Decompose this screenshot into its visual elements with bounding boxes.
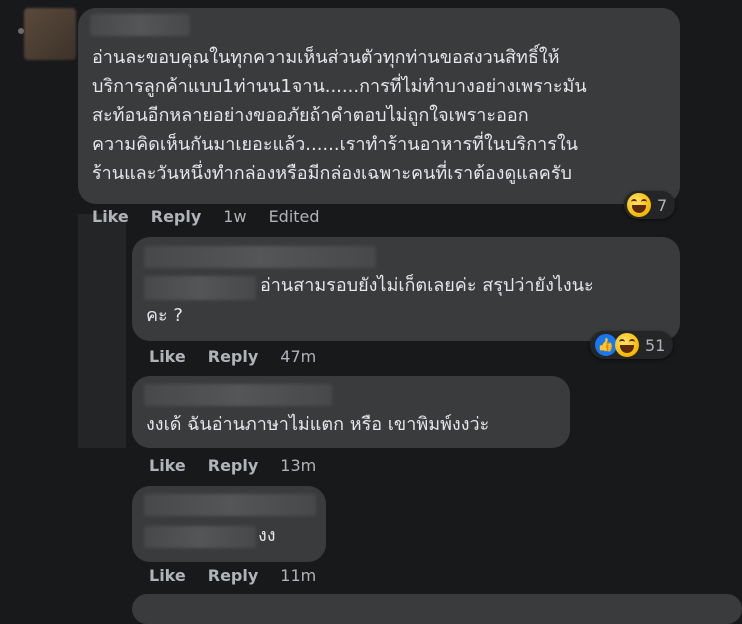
reply-button[interactable]: Reply: [151, 207, 202, 226]
laughing-emoji-icon: [627, 193, 651, 217]
like-button[interactable]: Like: [149, 566, 186, 585]
reaction-count: 51: [645, 335, 666, 355]
reply-button[interactable]: Reply: [208, 456, 259, 475]
comment-actions: Like Reply 13m: [149, 456, 316, 475]
comment-text-line: ความคิดเห็นกันมาเยอะแล้ว......เราทำร้านอ…: [92, 134, 578, 155]
comment-text-line: งงเด้ ฉันอ่านภาษาไม่แตก หรือ เขาพิมพ์งงว…: [146, 414, 490, 435]
comment-text-line: งง: [258, 525, 276, 546]
comment-text-line: สะท้อนอีกหลายอย่างขออภัยถ้าคำตอบไม่ถูกใจ…: [92, 105, 529, 126]
timestamp[interactable]: 11m: [280, 566, 316, 585]
like-button[interactable]: Like: [92, 207, 129, 226]
timestamp[interactable]: 47m: [280, 347, 316, 366]
commenter-name-redacted[interactable]: [144, 384, 332, 406]
reply-button[interactable]: Reply: [208, 566, 259, 585]
edited-label[interactable]: Edited: [269, 207, 320, 226]
comment-actions: Like Reply 47m: [149, 347, 316, 366]
like-button[interactable]: Like: [149, 456, 186, 475]
comment-actions: Like Reply 11m: [149, 566, 316, 585]
commenter-name-redacted[interactable]: [90, 14, 190, 36]
comment-text-line: คะ ?: [146, 305, 183, 326]
comment-actions: Like Reply 1w Edited: [92, 207, 320, 226]
thread-line: [78, 214, 126, 448]
commenter-name-redacted[interactable]: [144, 494, 316, 516]
mention-redacted[interactable]: [144, 276, 256, 300]
mention-redacted[interactable]: [144, 526, 256, 548]
timestamp[interactable]: 13m: [280, 456, 316, 475]
timestamp[interactable]: 1w: [223, 207, 246, 226]
reply-button[interactable]: Reply: [208, 347, 259, 366]
laughing-emoji-icon: [615, 333, 639, 357]
comment-text-line: อ่านสามรอบยังไม่เก็ตเลยค่ะ สรุปว่ายังไงน…: [260, 275, 594, 296]
comment-bubble: [132, 594, 742, 624]
comment-text-line: ร้านและวันหนึ่งทำกล่องหรือมีกล่องเฉพาะคน…: [92, 163, 572, 184]
commenter-name-redacted[interactable]: [144, 246, 376, 268]
avatar[interactable]: [24, 8, 76, 60]
reaction-count: 7: [657, 195, 668, 215]
comment-text-line: อ่านละขอบคุณในทุกความเห็นส่วนตัวทุกท่านข…: [92, 47, 560, 68]
comment-text-line: บริการลูกค้าแบบ1ท่านน1จาน......การที่ไม่…: [92, 76, 587, 97]
online-dot: [18, 28, 24, 34]
reaction-summary[interactable]: 👍 51: [590, 331, 674, 359]
like-button[interactable]: Like: [149, 347, 186, 366]
reaction-summary[interactable]: 7: [624, 191, 676, 219]
